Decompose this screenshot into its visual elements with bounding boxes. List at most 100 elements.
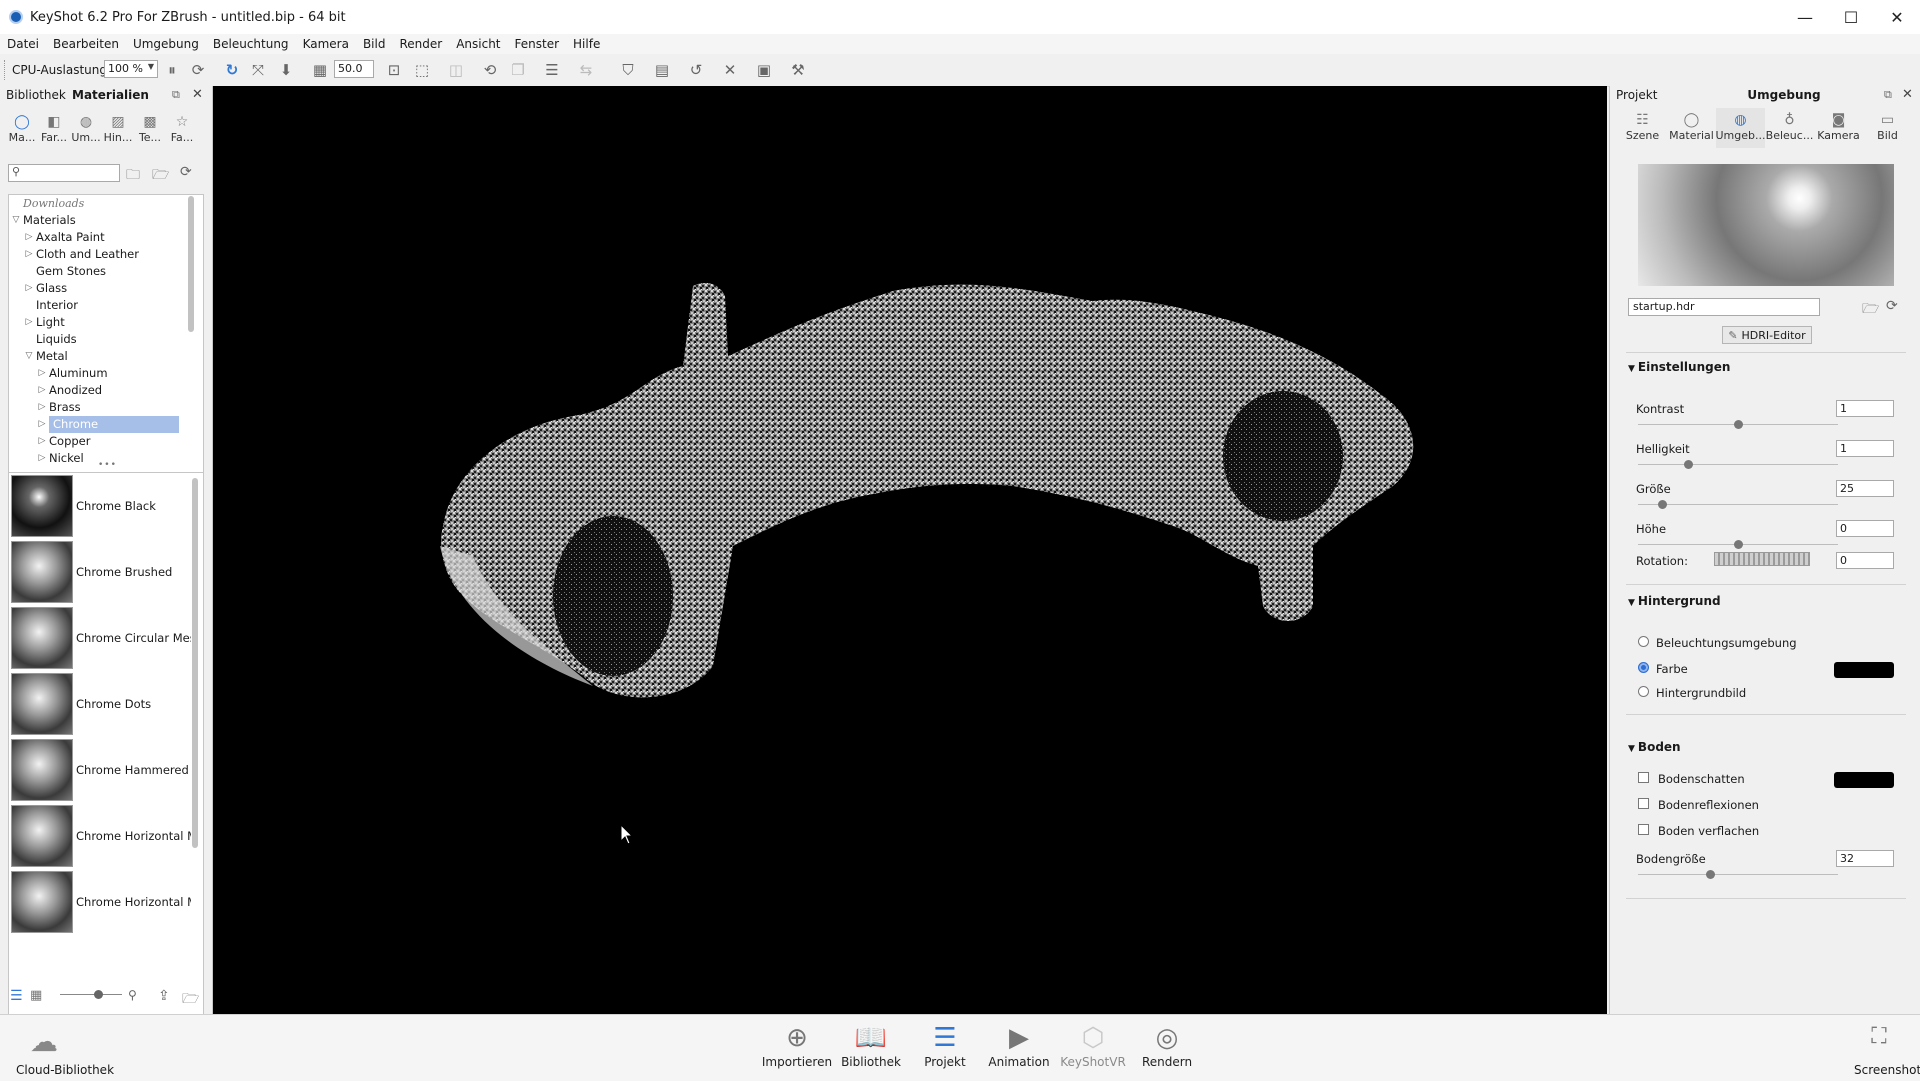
splitter-handle[interactable]: ••• <box>98 460 117 470</box>
hdri-editor-button[interactable]: ✎ HDRI-Editor <box>1722 326 1812 344</box>
image-icon[interactable]: ▣ <box>754 60 774 80</box>
category-tab-materials[interactable]: ◯ Ma... <box>6 110 38 148</box>
category-tab-favorites[interactable]: ☆ Fa... <box>166 110 198 148</box>
category-tab-colors[interactable]: ◧ Far... <box>38 110 70 148</box>
menu-beleuchtung[interactable]: Beleuchtung <box>206 37 296 51</box>
region-select-icon[interactable]: ⬚ <box>412 60 432 80</box>
screenshot-icon[interactable]: ⛶ <box>1862 1019 1896 1053</box>
tab-kamera[interactable]: ◙ Kamera <box>1814 108 1863 148</box>
tree-item[interactable]: ▷ Anodized <box>9 382 203 399</box>
refresh-settings-icon[interactable]: ⟳ <box>188 60 208 80</box>
material-list-item[interactable]: Chrome Horizontal Me <box>9 803 203 869</box>
fit-view-icon[interactable]: ⤧ <box>248 60 268 80</box>
material-list-item[interactable]: Chrome Black <box>9 473 203 539</box>
cloud-library-icon[interactable]: ☁ <box>14 1019 74 1063</box>
collapse-arrow-icon[interactable]: ▷ <box>37 450 47 467</box>
menu-datei[interactable]: Datei <box>0 37 46 51</box>
collapse-arrow-icon[interactable]: ▷ <box>24 246 34 263</box>
refresh-icon[interactable]: ⟳ <box>1886 298 1898 314</box>
tab-bild[interactable]: ▭ Bild <box>1863 108 1912 148</box>
menu-kamera[interactable]: Kamera <box>296 37 356 51</box>
shield-icon[interactable]: ⛉ <box>618 60 638 80</box>
rotation-input[interactable]: 0 <box>1836 552 1894 569</box>
render-button[interactable]: ◎ Rendern <box>1130 1021 1204 1079</box>
checkbox-bodenschatten[interactable] <box>1638 772 1649 783</box>
animation-button[interactable]: ▶ Animation <box>982 1021 1056 1079</box>
keyshotvr-button[interactable]: ⬡ KeyShotVR <box>1056 1021 1130 1079</box>
collapse-arrow-icon[interactable]: ▷ <box>24 280 34 297</box>
tab-bibliothek[interactable]: Bibliothek <box>6 88 66 104</box>
panel-icon[interactable]: ▤ <box>652 60 672 80</box>
menu-bild[interactable]: Bild <box>356 37 393 51</box>
menu-umgebung[interactable]: Umgebung <box>126 37 206 51</box>
rotate-icon[interactable]: ⟲ <box>480 60 500 80</box>
tree-item[interactable]: ▷ Cloth and Leather <box>9 246 203 263</box>
param-slider[interactable] <box>1638 464 1838 465</box>
tree-item[interactable]: ▷ Light <box>9 314 203 331</box>
list-view-icon[interactable]: ☰ <box>10 988 23 1004</box>
collapse-arrow-icon[interactable]: ▷ <box>24 314 34 331</box>
collapse-arrow-icon[interactable]: ▷ <box>37 365 47 382</box>
tree-item[interactable]: ▷ Chrome <box>9 416 203 433</box>
tree-item[interactable]: Gem Stones <box>9 263 203 280</box>
checkbox-bodenreflexionen[interactable] <box>1638 798 1649 809</box>
param-slider-knob[interactable] <box>1684 460 1693 469</box>
menu-hilfe[interactable]: Hilfe <box>566 37 607 51</box>
checkbox-boden-verflachen[interactable] <box>1638 824 1649 835</box>
param-slider[interactable] <box>1638 544 1838 545</box>
undock-icon[interactable]: ⧉ <box>172 88 180 102</box>
tree-item[interactable]: ▷ Brass <box>9 399 203 416</box>
hdr-file-field[interactable]: startup.hdr <box>1628 298 1820 316</box>
collapse-arrow-icon[interactable]: ▷ <box>37 382 47 399</box>
collapse-arrow-icon[interactable]: ▷ <box>37 416 47 433</box>
zoom-region-icon[interactable]: ⊡ <box>384 60 404 80</box>
grid-icon[interactable]: ▦ <box>310 60 330 80</box>
floor-size-knob[interactable] <box>1706 870 1715 879</box>
section-einstellungen[interactable]: ▼ Einstellungen <box>1628 360 1730 374</box>
tools-icon[interactable]: ⚒ <box>788 60 808 80</box>
tree-item[interactable]: Interior <box>9 297 203 314</box>
tree-item[interactable]: ▷ Axalta Paint <box>9 229 203 246</box>
collapse-arrow-icon[interactable]: ▷ <box>24 229 34 246</box>
rotation-wheel[interactable] <box>1714 552 1810 566</box>
material-list-item[interactable]: Chrome Hammered <box>9 737 203 803</box>
pause-icon[interactable]: ⏸ <box>162 60 182 80</box>
undock-icon[interactable]: ⧉ <box>1884 88 1892 102</box>
param-slider[interactable] <box>1638 504 1838 505</box>
tab-material[interactable]: ◯ Material <box>1667 108 1716 148</box>
tree-item[interactable]: ▷ Glass <box>9 280 203 297</box>
frame-icon[interactable]: ◫ <box>446 60 466 80</box>
section-hintergrund[interactable]: ▼ Hintergrund <box>1628 594 1721 608</box>
menu-render[interactable]: Render <box>392 37 449 51</box>
tree-item[interactable]: ▷ Copper <box>9 433 203 450</box>
category-tab-environments[interactable]: ◍ Um... <box>70 110 102 148</box>
floor-shadow-color-swatch[interactable] <box>1834 772 1894 788</box>
hdri-preview[interactable] <box>1638 164 1894 286</box>
layers-icon[interactable]: ☰ <box>542 60 562 80</box>
material-list-item[interactable]: Chrome Circular Mesh <box>9 605 203 671</box>
tree-item[interactable]: ▷ Aluminum <box>9 365 203 382</box>
radio-hintergrundbild[interactable] <box>1638 686 1649 697</box>
cloud-library-label[interactable]: Cloud-Bibliothek <box>16 1063 114 1077</box>
cpu-usage-select[interactable]: 100 % ▼ <box>104 60 158 78</box>
menu-ansicht[interactable]: Ansicht <box>449 37 507 51</box>
tree-item[interactable]: Liquids <box>9 331 203 348</box>
grid-view-icon[interactable]: ▦ <box>30 988 42 1003</box>
thumb-size-slider[interactable] <box>60 994 122 995</box>
move-down-icon[interactable]: ⬇ <box>276 60 296 80</box>
reload-icon[interactable]: ↻ <box>222 60 242 80</box>
arrange-icon[interactable]: ⇆ <box>576 60 596 80</box>
close-panel-icon[interactable]: ✕ <box>1902 87 1913 102</box>
param-slider-knob[interactable] <box>1658 500 1667 509</box>
tab-szene[interactable]: ☷ Szene <box>1618 108 1667 148</box>
export-folder-icon[interactable]: 🗁 <box>152 164 169 188</box>
tree-item[interactable]: ▽ Metal <box>9 348 203 365</box>
library-button[interactable]: 📖 Bibliothek <box>834 1021 908 1079</box>
copy-icon[interactable]: ❐ <box>508 60 528 80</box>
folder-icon[interactable]: 🗁 <box>182 988 199 1012</box>
param-slider[interactable] <box>1638 424 1838 425</box>
import-folder-icon[interactable]: 🗀 <box>126 164 140 188</box>
param-input[interactable]: 1 <box>1836 440 1894 457</box>
param-input[interactable]: 0 <box>1836 520 1894 537</box>
search-input[interactable]: ⚲ <box>8 164 120 182</box>
